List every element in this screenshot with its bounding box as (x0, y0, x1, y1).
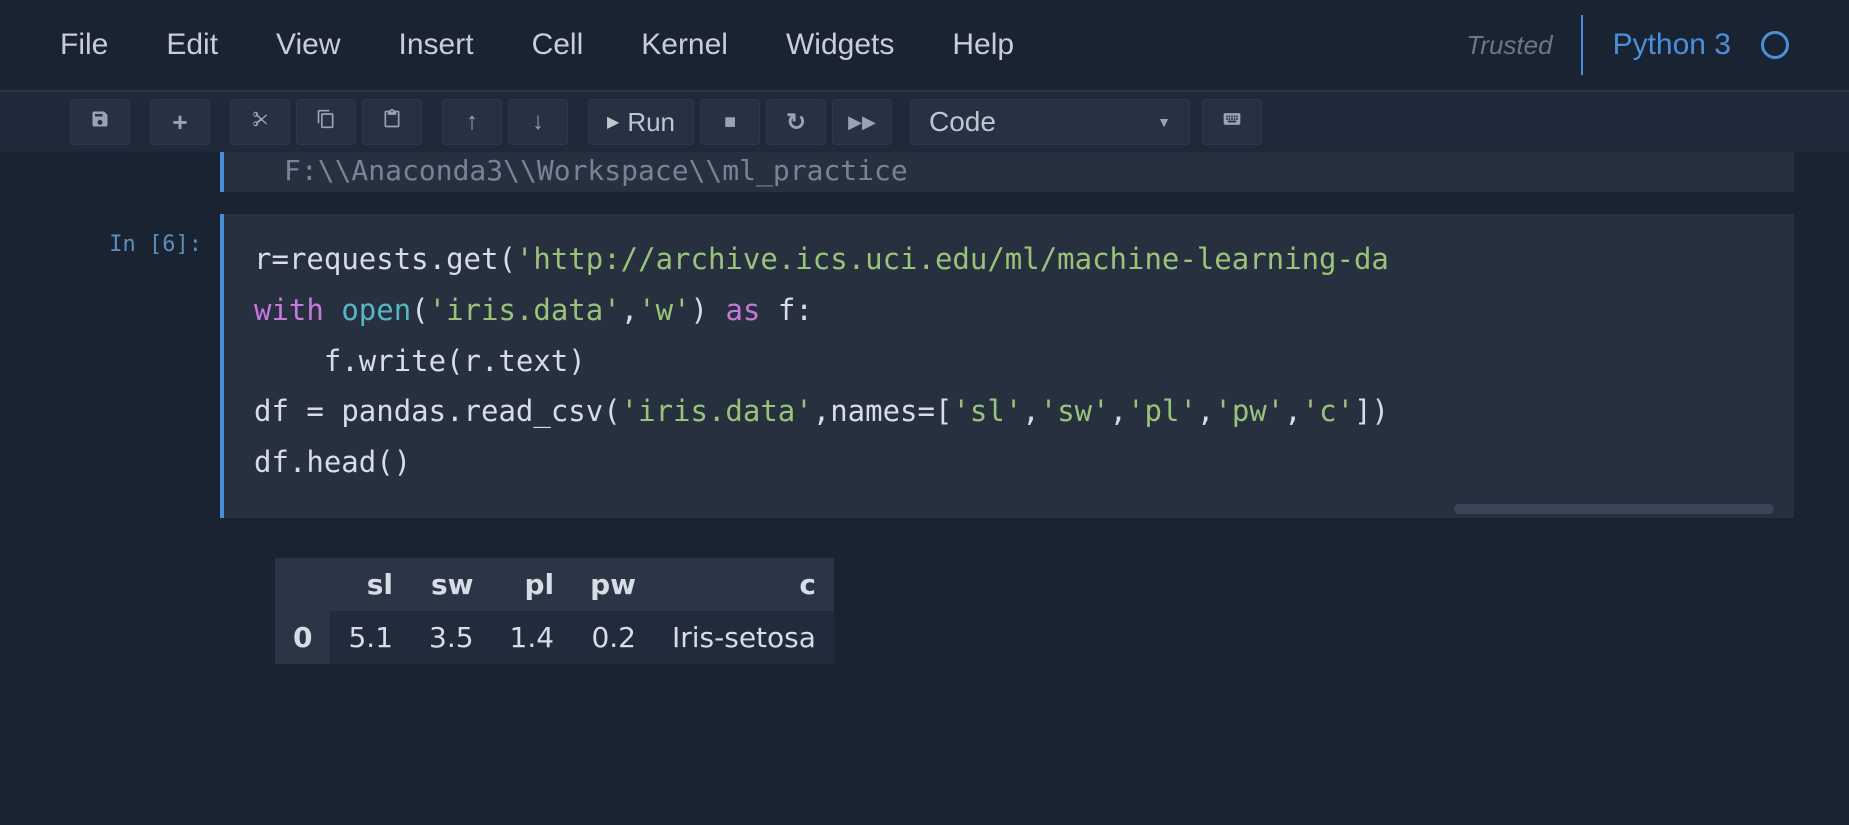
code-line[interactable]: df = pandas.read_csv('iris.data',names=[… (254, 386, 1764, 437)
copy-icon (316, 109, 336, 135)
celltype-value: Code (929, 106, 996, 138)
chevron-down-icon: ▼ (1157, 114, 1171, 130)
code-line[interactable]: with open('iris.data','w') as f: (254, 285, 1764, 336)
cell-value: 3.5 (411, 611, 492, 664)
column-header: pw (572, 558, 654, 611)
column-header: sw (411, 558, 492, 611)
run-label: Run (627, 107, 675, 138)
stop-button[interactable]: ■ (700, 99, 760, 145)
input-prompt: In [6]: (55, 214, 220, 518)
menu-view[interactable]: View (276, 28, 340, 62)
column-header: sl (330, 558, 411, 611)
paste-icon (382, 109, 402, 135)
code-line[interactable]: r=requests.get('http://archive.ics.uci.e… (254, 234, 1764, 285)
horizontal-scrollbar[interactable] (1454, 504, 1774, 514)
paste-button[interactable] (362, 99, 422, 145)
stop-icon: ■ (724, 111, 736, 134)
notebook-area: F:\\Anaconda3\\Workspace\\ml_practice In… (0, 152, 1849, 664)
column-header (275, 558, 330, 611)
cell-value: Iris-setosa (654, 611, 834, 664)
dataframe-table: slswplpwc05.13.51.40.2Iris-setosa (275, 558, 834, 664)
move-down-button[interactable]: ↓ (508, 99, 568, 145)
toolbar: + ↑ ↓ ▶ Run ■ ↻ ▶▶ Code ▼ (0, 92, 1849, 152)
trusted-indicator[interactable]: Trusted (1466, 15, 1582, 75)
save-button[interactable] (70, 99, 130, 145)
play-icon: ▶ (607, 112, 619, 132)
code-line[interactable]: f.write(r.text) (254, 336, 1764, 387)
fast-forward-icon: ▶▶ (848, 112, 876, 133)
restart-icon: ↻ (786, 108, 806, 137)
kernel-name[interactable]: Python 3 (1613, 28, 1731, 62)
menubar: File Edit View Insert Cell Kernel Widget… (0, 0, 1849, 92)
scissors-icon (250, 109, 270, 135)
cell-output: slswplpwc05.13.51.40.2Iris-setosa (275, 558, 1794, 664)
cell-value: 5.1 (330, 611, 411, 664)
copy-button[interactable] (296, 99, 356, 145)
menu-kernel[interactable]: Kernel (641, 28, 728, 62)
restart-button[interactable]: ↻ (766, 99, 826, 145)
keyboard-icon (1222, 109, 1242, 135)
menu-insert[interactable]: Insert (399, 28, 474, 62)
cell-value: 0.2 (572, 611, 654, 664)
add-cell-button[interactable]: + (150, 99, 210, 145)
code-editor[interactable]: r=requests.get('http://archive.ics.uci.e… (220, 214, 1794, 518)
cell-value: 1.4 (492, 611, 573, 664)
kernel-status-icon[interactable] (1761, 31, 1789, 59)
previous-output-tail: F:\\Anaconda3\\Workspace\\ml_practice (220, 152, 1794, 192)
menu-widgets[interactable]: Widgets (786, 28, 894, 62)
save-icon (90, 109, 110, 135)
celltype-select[interactable]: Code ▼ (910, 99, 1190, 145)
row-index: 0 (275, 611, 330, 664)
arrow-down-icon: ↓ (532, 108, 544, 136)
command-palette-button[interactable] (1202, 99, 1262, 145)
table-row: 05.13.51.40.2Iris-setosa (275, 611, 834, 664)
plus-icon: + (172, 107, 187, 138)
menu-help[interactable]: Help (952, 28, 1014, 62)
arrow-up-icon: ↑ (466, 108, 478, 136)
run-button[interactable]: ▶ Run (588, 99, 694, 145)
code-line[interactable]: df.head() (254, 437, 1764, 488)
menu-edit[interactable]: Edit (166, 28, 218, 62)
restart-run-all-button[interactable]: ▶▶ (832, 99, 892, 145)
cut-button[interactable] (230, 99, 290, 145)
menu-file[interactable]: File (60, 28, 108, 62)
menu-cell[interactable]: Cell (532, 28, 584, 62)
column-header: c (654, 558, 834, 611)
column-header: pl (492, 558, 573, 611)
menu-items: File Edit View Insert Cell Kernel Widget… (60, 28, 1466, 62)
code-cell[interactable]: In [6]: r=requests.get('http://archive.i… (55, 214, 1794, 518)
menu-right: Trusted Python 3 (1466, 15, 1789, 75)
move-up-button[interactable]: ↑ (442, 99, 502, 145)
